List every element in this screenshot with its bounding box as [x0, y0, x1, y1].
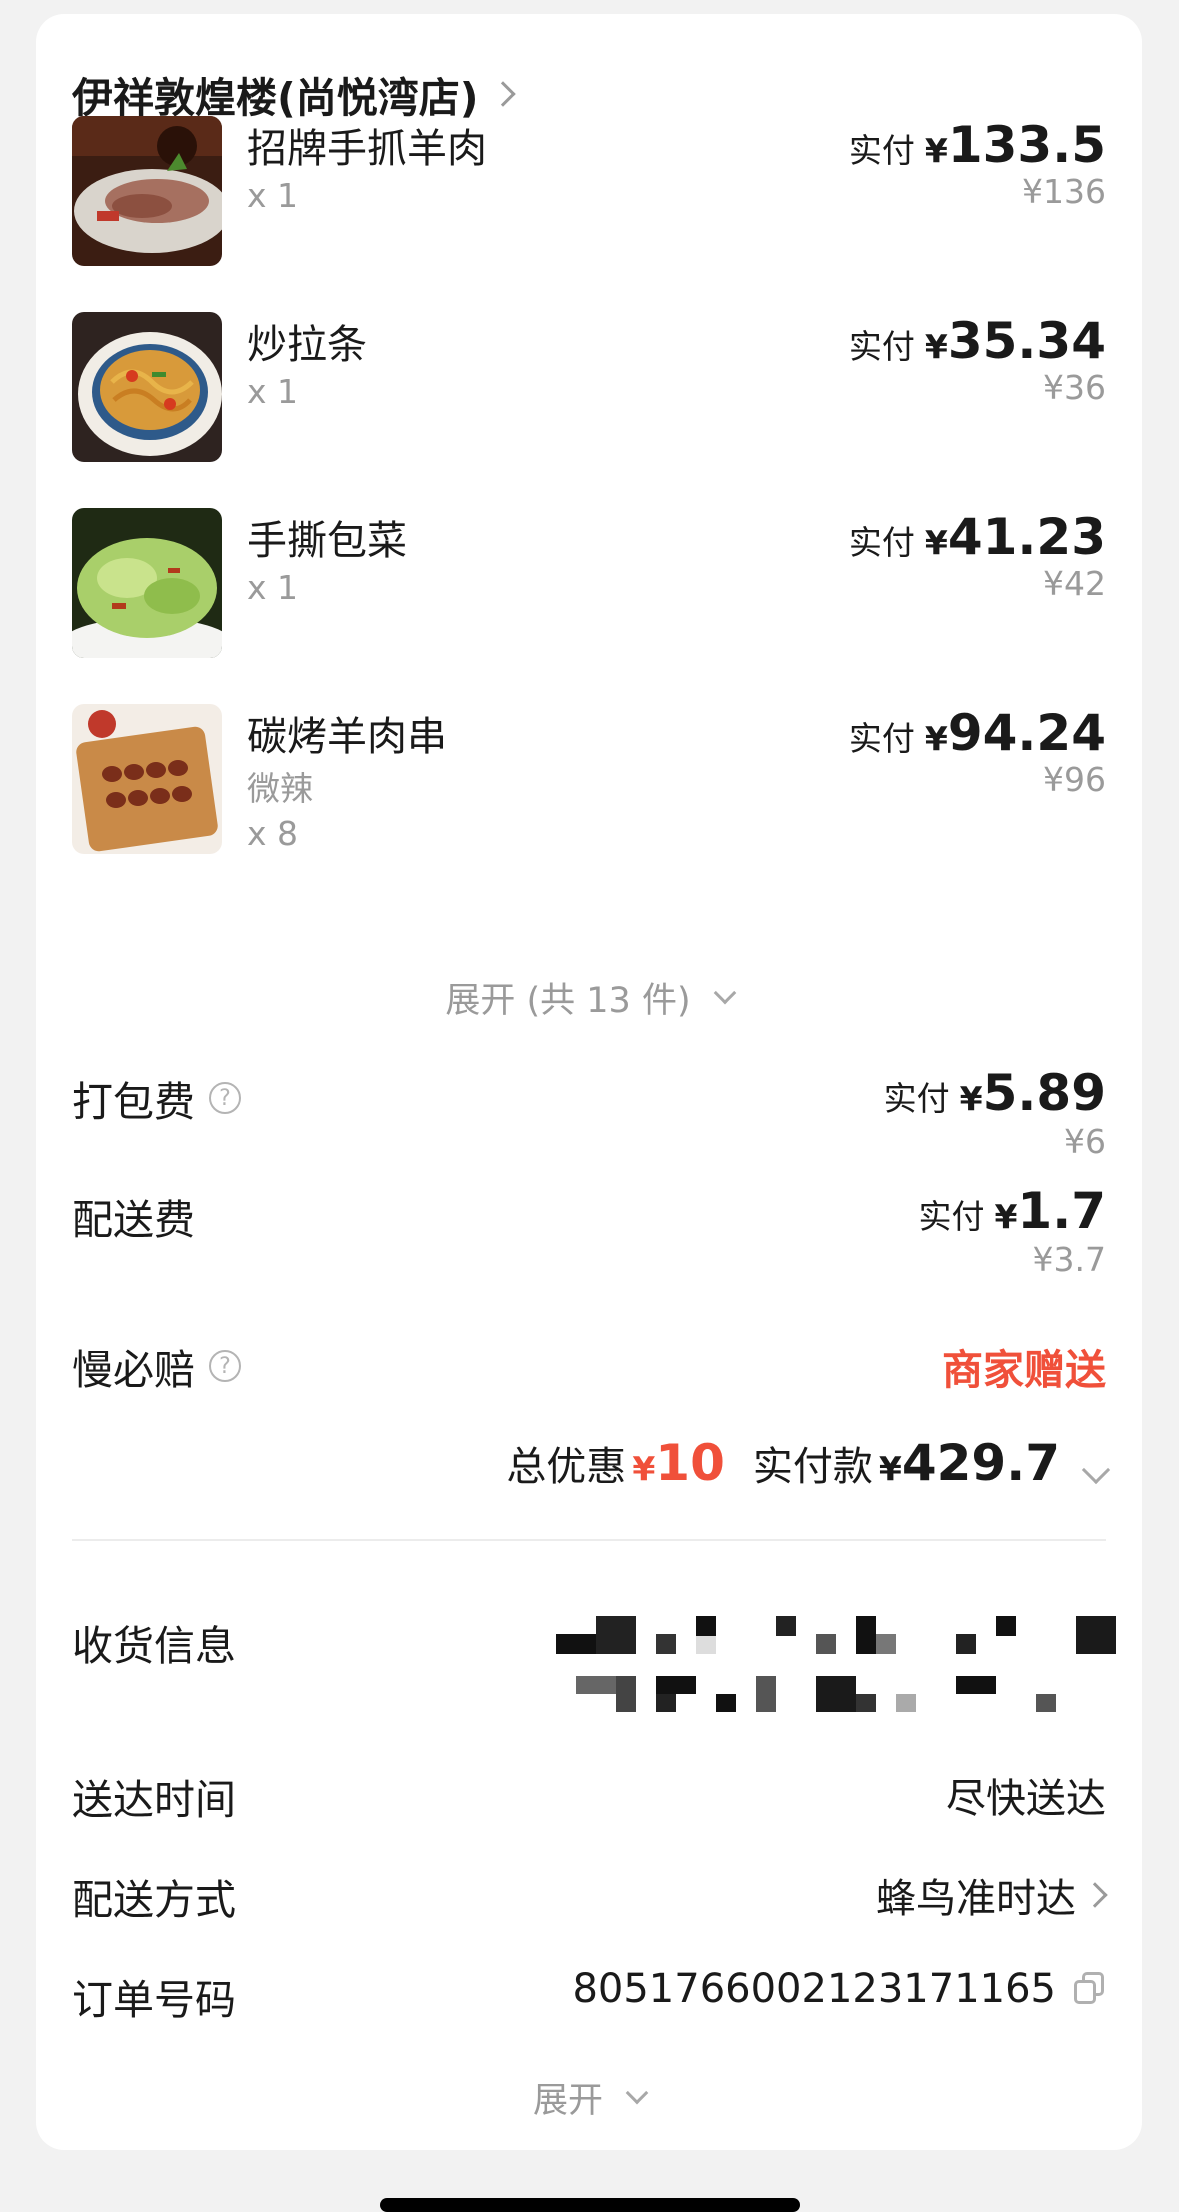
chevron-down-icon: [713, 981, 736, 1004]
paid-label: 实付: [848, 719, 915, 758]
late-guarantee-text: 慢必赔: [72, 1346, 195, 1394]
paid-amount: 41.23: [947, 508, 1106, 566]
delivery-method-label-text: 配送方式: [72, 1876, 236, 1924]
currency: ¥: [994, 1197, 1018, 1236]
delivery-time-label-text: 送达时间: [72, 1776, 236, 1824]
chevron-down-icon: [625, 2081, 649, 2104]
packing-fee-paid: 实付 ¥5.89: [884, 1064, 1106, 1122]
paid-amount: 94.24: [947, 704, 1106, 762]
delivery-method-label: 配送方式: [72, 1866, 236, 1926]
item-original-price: ¥36: [1043, 368, 1106, 407]
item-qty: x 8: [247, 814, 299, 853]
item-name: 手撕包菜: [247, 518, 407, 564]
item-original-price: ¥136: [1022, 172, 1106, 211]
order-number-value: 8051766002123171165: [572, 1966, 1106, 2012]
order-item[interactable]: 手撕包菜 x 1 实付 ¥41.23 ¥42: [72, 508, 1106, 658]
item-qty: x 1: [247, 568, 299, 607]
chevron-right-icon: [1082, 1882, 1108, 1908]
delivery-method-link[interactable]: 蜂鸟准时达: [876, 1866, 1112, 1924]
currency: ¥: [924, 523, 948, 562]
paid-amount: 5.89: [982, 1064, 1106, 1122]
address-redacted: [556, 1604, 1136, 1714]
paid-label: 实付: [848, 131, 915, 170]
currency: ¥: [924, 327, 948, 366]
item-paid: 实付 ¥35.34: [849, 312, 1106, 370]
total-amount: 429.7: [901, 1434, 1060, 1492]
paid-label: 实付: [848, 327, 915, 366]
packing-fee-text: 打包费: [72, 1078, 195, 1126]
discount-amount: 10: [655, 1434, 725, 1492]
discount-label: 总优惠: [506, 1444, 627, 1490]
item-qty: x 1: [247, 372, 299, 411]
copy-icon[interactable]: [1072, 1972, 1106, 2006]
expand-items-button[interactable]: 展开 (共 13 件): [36, 972, 1142, 1023]
question-circle-icon[interactable]: ?: [209, 1082, 241, 1114]
shop-link[interactable]: 伊祥敦煌楼(尚悦湾店): [72, 64, 517, 124]
order-number-label-text: 订单号码: [72, 1976, 236, 2024]
order-detail-card: 伊祥敦煌楼(尚悦湾店) 招牌手抓羊肉 x 1 实付 ¥133.5 ¥136 炒拉…: [36, 14, 1142, 2150]
item-spec: 微辣: [247, 769, 313, 808]
item-name: 招牌手抓羊肉: [247, 126, 487, 172]
item-qty: x 1: [247, 176, 299, 215]
item-paid: 实付 ¥41.23: [849, 508, 1106, 566]
late-guarantee-label: 慢必赔 ?: [72, 1336, 241, 1396]
merchant-gift-text: 商家赠送: [942, 1346, 1106, 1394]
address-label: 收货信息: [72, 1612, 236, 1672]
currency: ¥: [924, 131, 948, 170]
total-label: 实付款: [752, 1444, 873, 1490]
item-image-lamb: [72, 116, 222, 266]
shop-name: 伊祥敦煌楼(尚悦湾店): [72, 74, 479, 122]
order-item[interactable]: 碳烤羊肉串 微辣 x 8 实付 ¥94.24 ¥96: [72, 704, 1106, 884]
delivery-fee-label: 配送费: [72, 1186, 195, 1246]
order-number-text: 8051766002123171165: [572, 1966, 1056, 2012]
item-name: 炒拉条: [247, 322, 367, 368]
expand-info-label: 展开: [532, 2081, 603, 2121]
item-paid: 实付 ¥133.5: [849, 116, 1106, 174]
chevron-down-icon: [1081, 1455, 1111, 1485]
packing-fee-original: ¥6: [1064, 1122, 1106, 1161]
delivery-fee-text: 配送费: [72, 1196, 195, 1244]
paid-label: 实付: [883, 1079, 950, 1118]
packing-fee-label: 打包费 ?: [72, 1068, 241, 1128]
order-item[interactable]: 招牌手抓羊肉 x 1 实付 ¥133.5 ¥136: [72, 116, 1106, 266]
delivery-time-text: 尽快送达: [946, 1776, 1106, 1822]
item-paid: 实付 ¥94.24: [849, 704, 1106, 762]
chevron-right-icon: [490, 81, 517, 107]
item-image-cabbage: [72, 508, 222, 658]
paid-label: 实付: [848, 523, 915, 562]
paid-label: 实付: [918, 1197, 985, 1236]
item-image-noodle: [72, 312, 222, 462]
delivery-fee-paid: 实付 ¥1.7: [918, 1182, 1106, 1240]
total-currency: ¥: [878, 1449, 902, 1488]
paid-amount: 35.34: [947, 312, 1106, 370]
item-image-skewer: [72, 704, 222, 854]
delivery-time-label: 送达时间: [72, 1766, 236, 1826]
currency: ¥: [959, 1079, 983, 1118]
divider: [72, 1539, 1106, 1541]
paid-amount: 133.5: [947, 116, 1106, 174]
delivery-time-value: 尽快送达: [946, 1766, 1106, 1824]
delivery-method-text: 蜂鸟准时达: [876, 1876, 1076, 1922]
discount-currency: ¥: [632, 1449, 656, 1488]
question-circle-icon[interactable]: ?: [209, 1350, 241, 1382]
currency: ¥: [924, 719, 948, 758]
order-item[interactable]: 炒拉条 x 1 实付 ¥35.34 ¥36: [72, 312, 1106, 462]
address-label-text: 收货信息: [72, 1622, 236, 1670]
order-total[interactable]: 总优惠 ¥ 10 实付款 ¥ 429.7: [506, 1434, 1111, 1492]
order-number-label: 订单号码: [72, 1966, 236, 2026]
paid-amount: 1.7: [1017, 1182, 1106, 1240]
item-original-price: ¥42: [1043, 564, 1106, 603]
item-original-price: ¥96: [1043, 760, 1106, 799]
expand-info-button[interactable]: 展开: [36, 2072, 1142, 2123]
expand-items-label: 展开 (共 13 件): [445, 981, 691, 1021]
delivery-fee-original: ¥3.7: [1032, 1240, 1106, 1279]
item-name: 碳烤羊肉串: [247, 714, 447, 760]
